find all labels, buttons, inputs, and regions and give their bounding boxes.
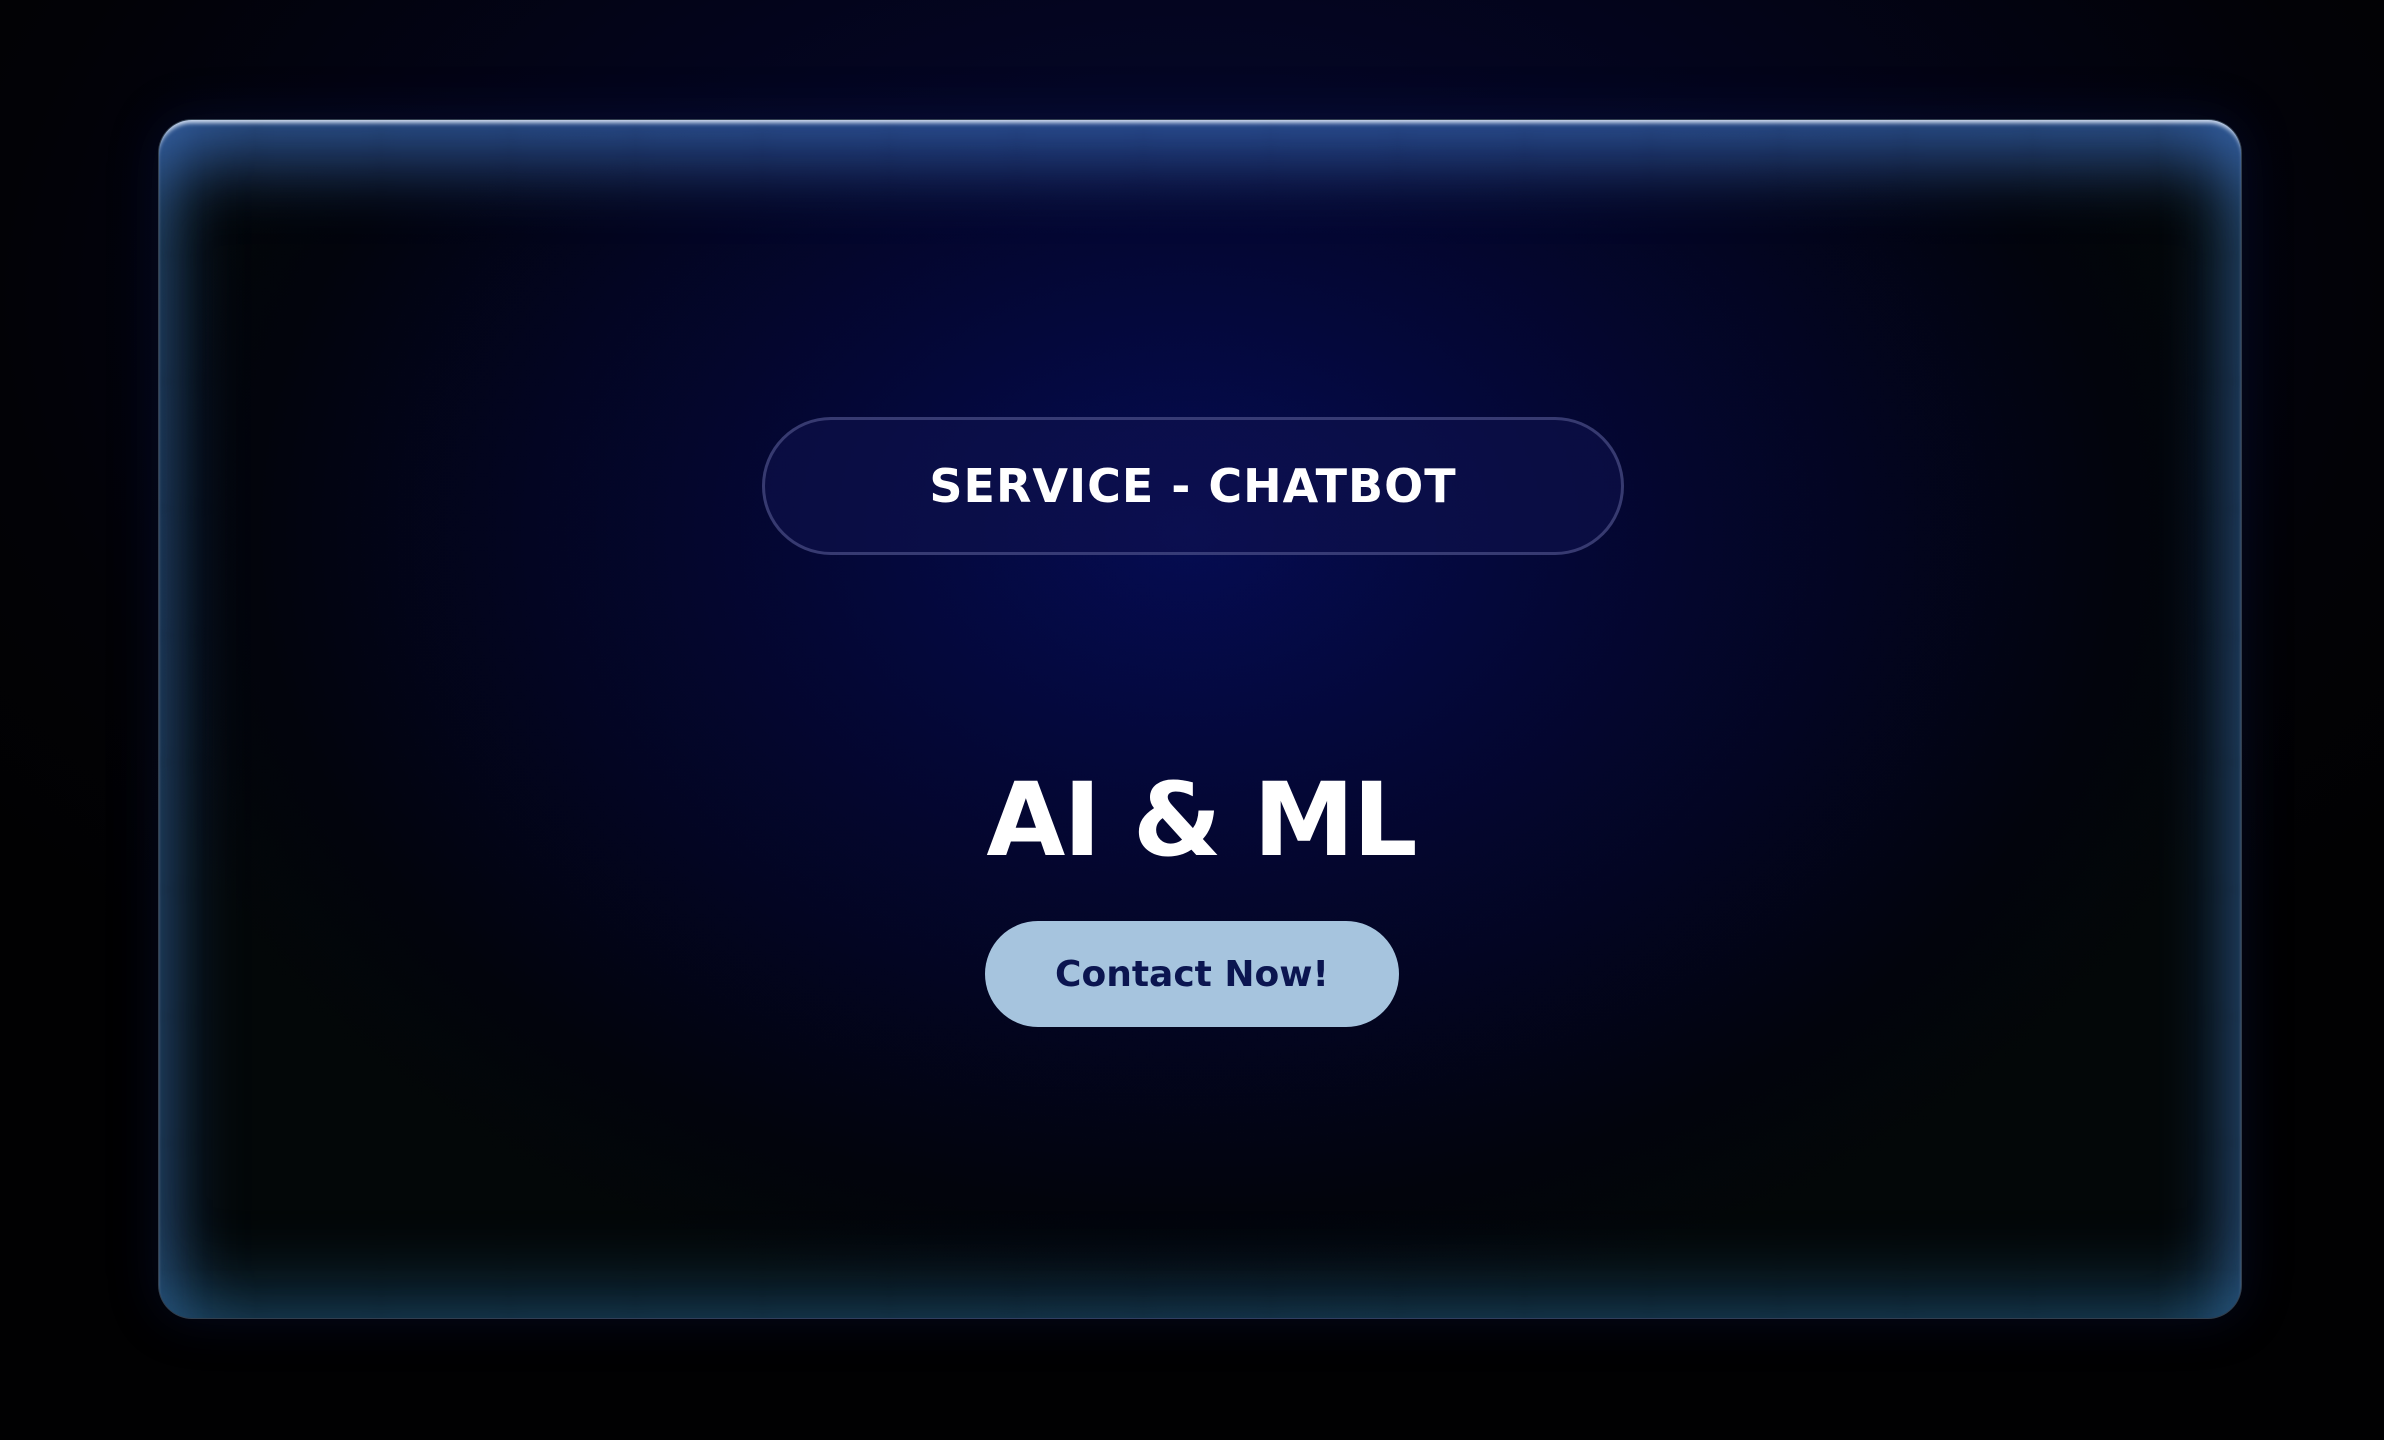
service-label: SERVICE - CHATBOT xyxy=(929,459,1457,513)
hero-card: SERVICE - CHATBOT AI & ML Contact Now! xyxy=(158,119,2242,1319)
service-badge: SERVICE - CHATBOT xyxy=(762,417,1624,555)
contact-now-button[interactable]: Contact Now! xyxy=(985,921,1399,1027)
page-title: AI & ML xyxy=(986,761,1417,880)
